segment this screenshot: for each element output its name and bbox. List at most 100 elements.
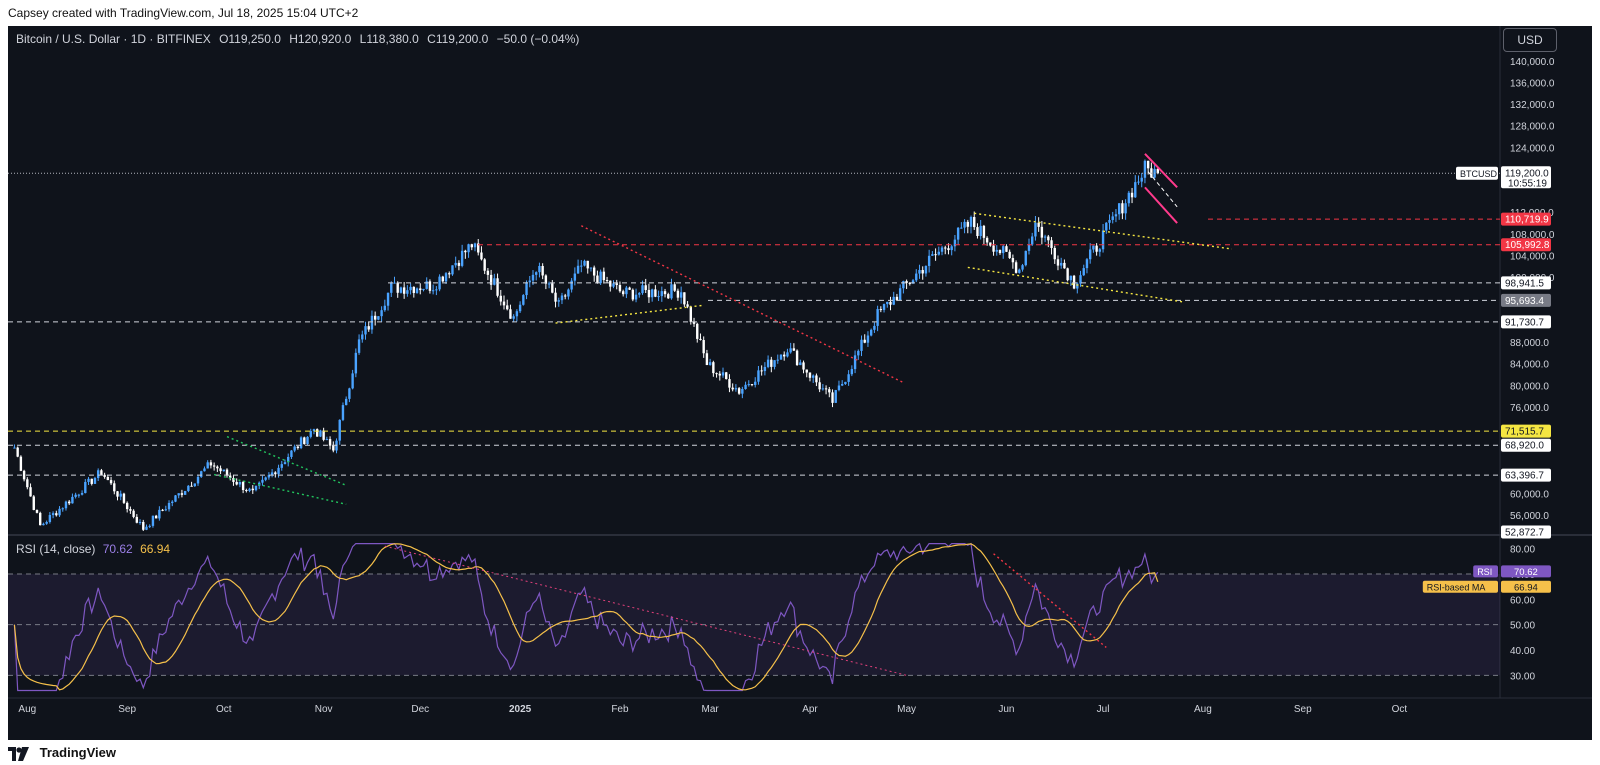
candle-body [370,315,374,330]
candle-body [1140,177,1143,182]
currency-button[interactable]: USD [1503,28,1557,52]
candle-body [61,508,64,510]
candle-body [1079,275,1082,284]
candle-body [383,305,387,311]
candle-body [483,259,486,271]
ohlc-open: O119,250.0 [219,32,281,46]
candle-body [808,372,812,378]
candle-body [757,370,760,382]
candle-body [502,301,506,306]
rsi-value: 70.62 [102,542,133,556]
candle-body [348,388,351,399]
candle-body [200,471,203,477]
candle-body [535,272,538,275]
candle-body [882,304,886,310]
candle-body [32,496,35,510]
candle-body [609,280,612,287]
candle-body [161,509,164,511]
candle-body [973,216,976,228]
chart-canvas[interactable]: 140,000.0 136,000.0 132,000.0 128,000.0 124,… [8,26,1592,740]
candle-body [918,270,921,274]
candle [631,288,635,302]
candle-body [332,445,335,451]
candle-body [380,310,383,317]
symbol-title[interactable]: Bitcoin / U.S. Dollar · 1D · BITFINEX [16,32,211,46]
candle [174,495,177,503]
time-tick-label: Aug [18,704,36,715]
candle [441,275,445,283]
candle-body [944,247,947,249]
candle-body [261,479,264,483]
candle-body [1092,245,1095,250]
candle-body [985,237,989,243]
candle-body [734,388,738,390]
ohlc-high: H120,920.0 [289,32,352,46]
footer-brand[interactable]: TradingView [40,745,116,760]
candle-body [834,390,837,403]
candle-body [193,483,197,487]
price-tag-91730.7: 91,730.7 [1501,315,1551,329]
candle-body [415,288,419,293]
candle-body [419,288,422,291]
rsi-tick-label: 40.00 [1510,646,1535,657]
candle-body [435,289,438,291]
rsi-header: RSI (14, close) 70.62 66.94 [16,542,170,556]
candle-body [599,271,602,284]
rsi-ma-value: 66.94 [140,542,171,556]
candle-body [203,468,206,472]
candle-body [277,467,280,475]
time-tick-label: Sep [1294,704,1312,715]
price-tick-label: 56,000.0 [1510,511,1549,522]
price-tag-52872.7: 52,872.7 [1501,525,1551,539]
candle-body [283,462,287,465]
time-tick-label: Oct [1392,704,1408,715]
candle-body [531,274,535,281]
time-tick-label: Mar [702,704,720,715]
candle-body [1088,249,1092,260]
rsi-title[interactable]: RSI (14, close) [16,542,95,556]
candle-body [180,493,184,495]
price-tag-text: 71,515.7 [1505,427,1544,438]
price-tag-text: 52,872.7 [1505,527,1544,538]
candle-body [621,291,625,295]
candle-body [464,250,467,253]
candle-body [206,462,209,469]
candle-body [142,521,145,530]
candle-body [618,285,622,292]
candle [834,389,837,404]
candle [32,495,35,511]
candle-body [963,221,966,228]
candle-body [354,352,358,374]
candle-body [35,509,39,513]
candle [438,274,441,292]
candle-body [212,465,216,467]
candle-body [725,372,728,380]
candle-body [448,273,451,275]
candle-body [1143,160,1147,178]
candle-body [22,470,26,480]
candle-body [586,260,589,269]
candle-body [386,292,390,306]
candle-body [190,485,193,487]
candle-body [998,249,1002,254]
time-tick-label: Jul [1097,704,1110,715]
candle-body [367,326,370,330]
candle-body [570,280,573,290]
price-tick-label: 136,000.0 [1510,78,1555,89]
candle [315,428,319,437]
candle-body [1056,259,1060,266]
candle-body [183,490,187,495]
candle-body [644,285,647,290]
candle-body [1101,230,1105,250]
candle-body [493,278,496,285]
candle-body [1117,203,1121,215]
chart-panel[interactable]: 140,000.0 136,000.0 132,000.0 128,000.0 124,… [8,26,1592,740]
candle-body [364,326,367,335]
candle-body [592,267,596,276]
candle-body [898,288,902,301]
candle-body [1108,219,1111,223]
price-tag-text: 91,730.7 [1505,317,1544,328]
candle-body [296,446,300,449]
candle [200,470,203,478]
candle-body [799,362,802,366]
